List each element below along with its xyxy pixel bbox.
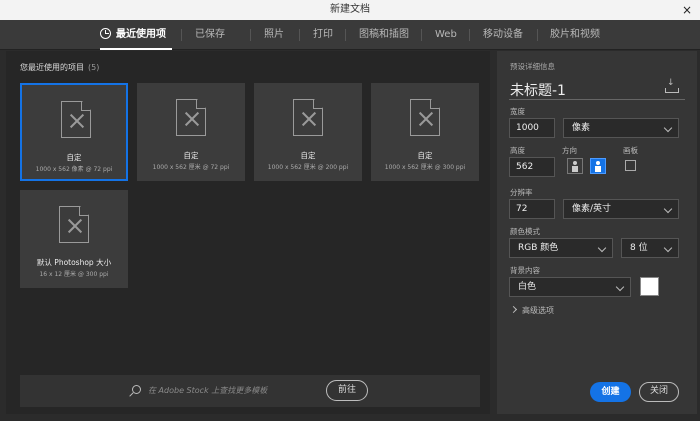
window-title: 新建文档 <box>330 4 370 15</box>
artboard-label: 画板 <box>623 146 638 155</box>
chevron-right-icon <box>509 305 518 314</box>
height-input[interactable]: 562 <box>509 157 555 177</box>
pencil-icon <box>66 217 84 235</box>
tab-recent[interactable]: 最近使用项 <box>100 20 166 50</box>
stock-search-input[interactable]: 在 Adobe Stock 上查找更多模板 <box>148 385 267 396</box>
color-mode-label: 颜色模式 <box>510 227 540 236</box>
resolution-label: 分辨率 <box>510 188 533 197</box>
tab-mobile[interactable]: 移动设备 <box>483 20 523 50</box>
chevron-down-icon <box>663 204 673 214</box>
tab-divider <box>250 29 251 41</box>
advanced-options-toggle[interactable]: 高级选项 <box>509 305 554 316</box>
preset-name: 自定 <box>183 151 199 160</box>
preset-card[interactable]: 自定 1000 x 562 厘米 @ 200 ppi <box>254 83 362 181</box>
tab-photo[interactable]: 照片 <box>264 20 284 50</box>
landscape-icon <box>595 161 601 172</box>
recent-items-pane: 您最近使用的项目 (5) 自定 1000 x 562 像素 @ 72 ppi 自定… <box>6 51 490 414</box>
stock-search-bar: 在 Adobe Stock 上查找更多模板 前往 <box>20 375 480 407</box>
color-mode-value: RGB 颜色 <box>518 243 559 253</box>
tab-web[interactable]: Web <box>435 20 457 50</box>
orientation-label: 方向 <box>562 146 577 155</box>
advanced-options-label: 高级选项 <box>522 306 554 315</box>
color-mode-select[interactable]: RGB 颜色 <box>509 238 613 258</box>
preset-details-heading: 预设详细信息 <box>510 62 555 71</box>
go-button[interactable]: 前往 <box>326 380 368 401</box>
height-label: 高度 <box>510 146 525 155</box>
tab-art-illustration[interactable]: 图稿和插图 <box>359 20 409 50</box>
chevron-down-icon <box>597 243 607 253</box>
background-color-swatch[interactable] <box>640 277 659 296</box>
preset-name: 自定 <box>417 151 433 160</box>
bit-depth-select[interactable]: 8 位 <box>621 238 679 258</box>
width-label: 宽度 <box>510 107 525 116</box>
category-tabs: 最近使用项 已保存 照片 打印 图稿和插图 Web 移动设备 胶片和视频 <box>0 20 700 50</box>
portrait-orientation-button[interactable] <box>567 158 583 174</box>
window-close-button[interactable]: × <box>674 0 700 20</box>
document-icon <box>410 99 440 136</box>
active-tab-indicator <box>100 48 172 50</box>
resolution-unit-value: 像素/英寸 <box>572 204 612 214</box>
width-unit-select[interactable]: 像素 <box>563 118 679 138</box>
preset-name: 自定 <box>300 151 316 160</box>
pencil-icon <box>300 110 318 128</box>
landscape-orientation-button[interactable] <box>590 158 606 174</box>
pencil-icon <box>68 112 86 130</box>
tab-saved[interactable]: 已保存 <box>195 20 225 50</box>
resolution-input[interactable]: 72 <box>509 199 555 219</box>
document-icon <box>293 99 323 136</box>
preset-details-pane: 预设详细信息 未标题-1 宽度 1000 像素 高度 方向 画板 562 分辨率… <box>497 51 697 414</box>
preset-size: 16 x 12 厘米 @ 300 ppi <box>39 271 109 278</box>
artboard-checkbox[interactable] <box>625 160 636 171</box>
window-titlebar: 新建文档 × <box>0 0 700 20</box>
close-button[interactable]: 关闭 <box>639 382 679 402</box>
background-value: 白色 <box>518 282 537 292</box>
preset-card[interactable]: 自定 1000 x 562 厘米 @ 72 ppi <box>137 83 245 181</box>
tab-divider <box>421 29 422 41</box>
pencil-icon <box>183 110 201 128</box>
save-preset-icon[interactable] <box>665 78 679 93</box>
tab-divider <box>299 29 300 41</box>
document-icon <box>176 99 206 136</box>
preset-card[interactable]: 默认 Photoshop 大小 16 x 12 厘米 @ 300 ppi <box>20 190 128 288</box>
pencil-icon <box>417 110 435 128</box>
tab-divider <box>345 29 346 41</box>
preset-name: 默认 Photoshop 大小 <box>36 258 112 267</box>
recent-items-heading: 您最近使用的项目 (5) <box>20 62 99 73</box>
width-input[interactable]: 1000 <box>509 118 555 138</box>
document-icon <box>61 101 91 138</box>
background-select[interactable]: 白色 <box>509 277 631 297</box>
clock-icon <box>100 28 111 39</box>
title-underline <box>509 99 685 100</box>
preset-card[interactable]: 自定 1000 x 562 厘米 @ 300 ppi <box>371 83 479 181</box>
preset-size: 1000 x 562 像素 @ 72 ppi <box>35 166 113 173</box>
tab-recent-label: 最近使用项 <box>116 29 166 40</box>
tab-divider <box>181 29 182 41</box>
preset-card[interactable]: 自定 1000 x 562 像素 @ 72 ppi <box>20 83 128 181</box>
tab-divider <box>469 29 470 41</box>
chevron-down-icon <box>663 243 673 253</box>
chevron-down-icon <box>663 123 673 133</box>
preset-size: 1000 x 562 厘米 @ 300 ppi <box>384 164 466 171</box>
width-unit-value: 像素 <box>572 123 591 133</box>
chevron-down-icon <box>615 282 625 292</box>
recent-items-count: (5) <box>88 63 100 72</box>
document-icon <box>59 206 89 243</box>
search-icon <box>132 385 141 394</box>
resolution-unit-select[interactable]: 像素/英寸 <box>563 199 679 219</box>
tab-divider <box>537 29 538 41</box>
preset-size: 1000 x 562 厘米 @ 200 ppi <box>267 164 349 171</box>
recent-items-title: 您最近使用的项目 <box>20 63 84 72</box>
preset-name: 自定 <box>66 153 82 162</box>
tab-film-video[interactable]: 胶片和视频 <box>550 20 600 50</box>
bit-depth-value: 8 位 <box>630 243 648 253</box>
portrait-icon <box>572 161 578 172</box>
preset-size: 1000 x 562 厘米 @ 72 ppi <box>152 164 230 171</box>
document-title-input[interactable]: 未标题-1 <box>510 80 566 100</box>
create-button[interactable]: 创建 <box>590 382 631 402</box>
background-label: 背景内容 <box>510 266 540 275</box>
tab-print[interactable]: 打印 <box>313 20 333 50</box>
